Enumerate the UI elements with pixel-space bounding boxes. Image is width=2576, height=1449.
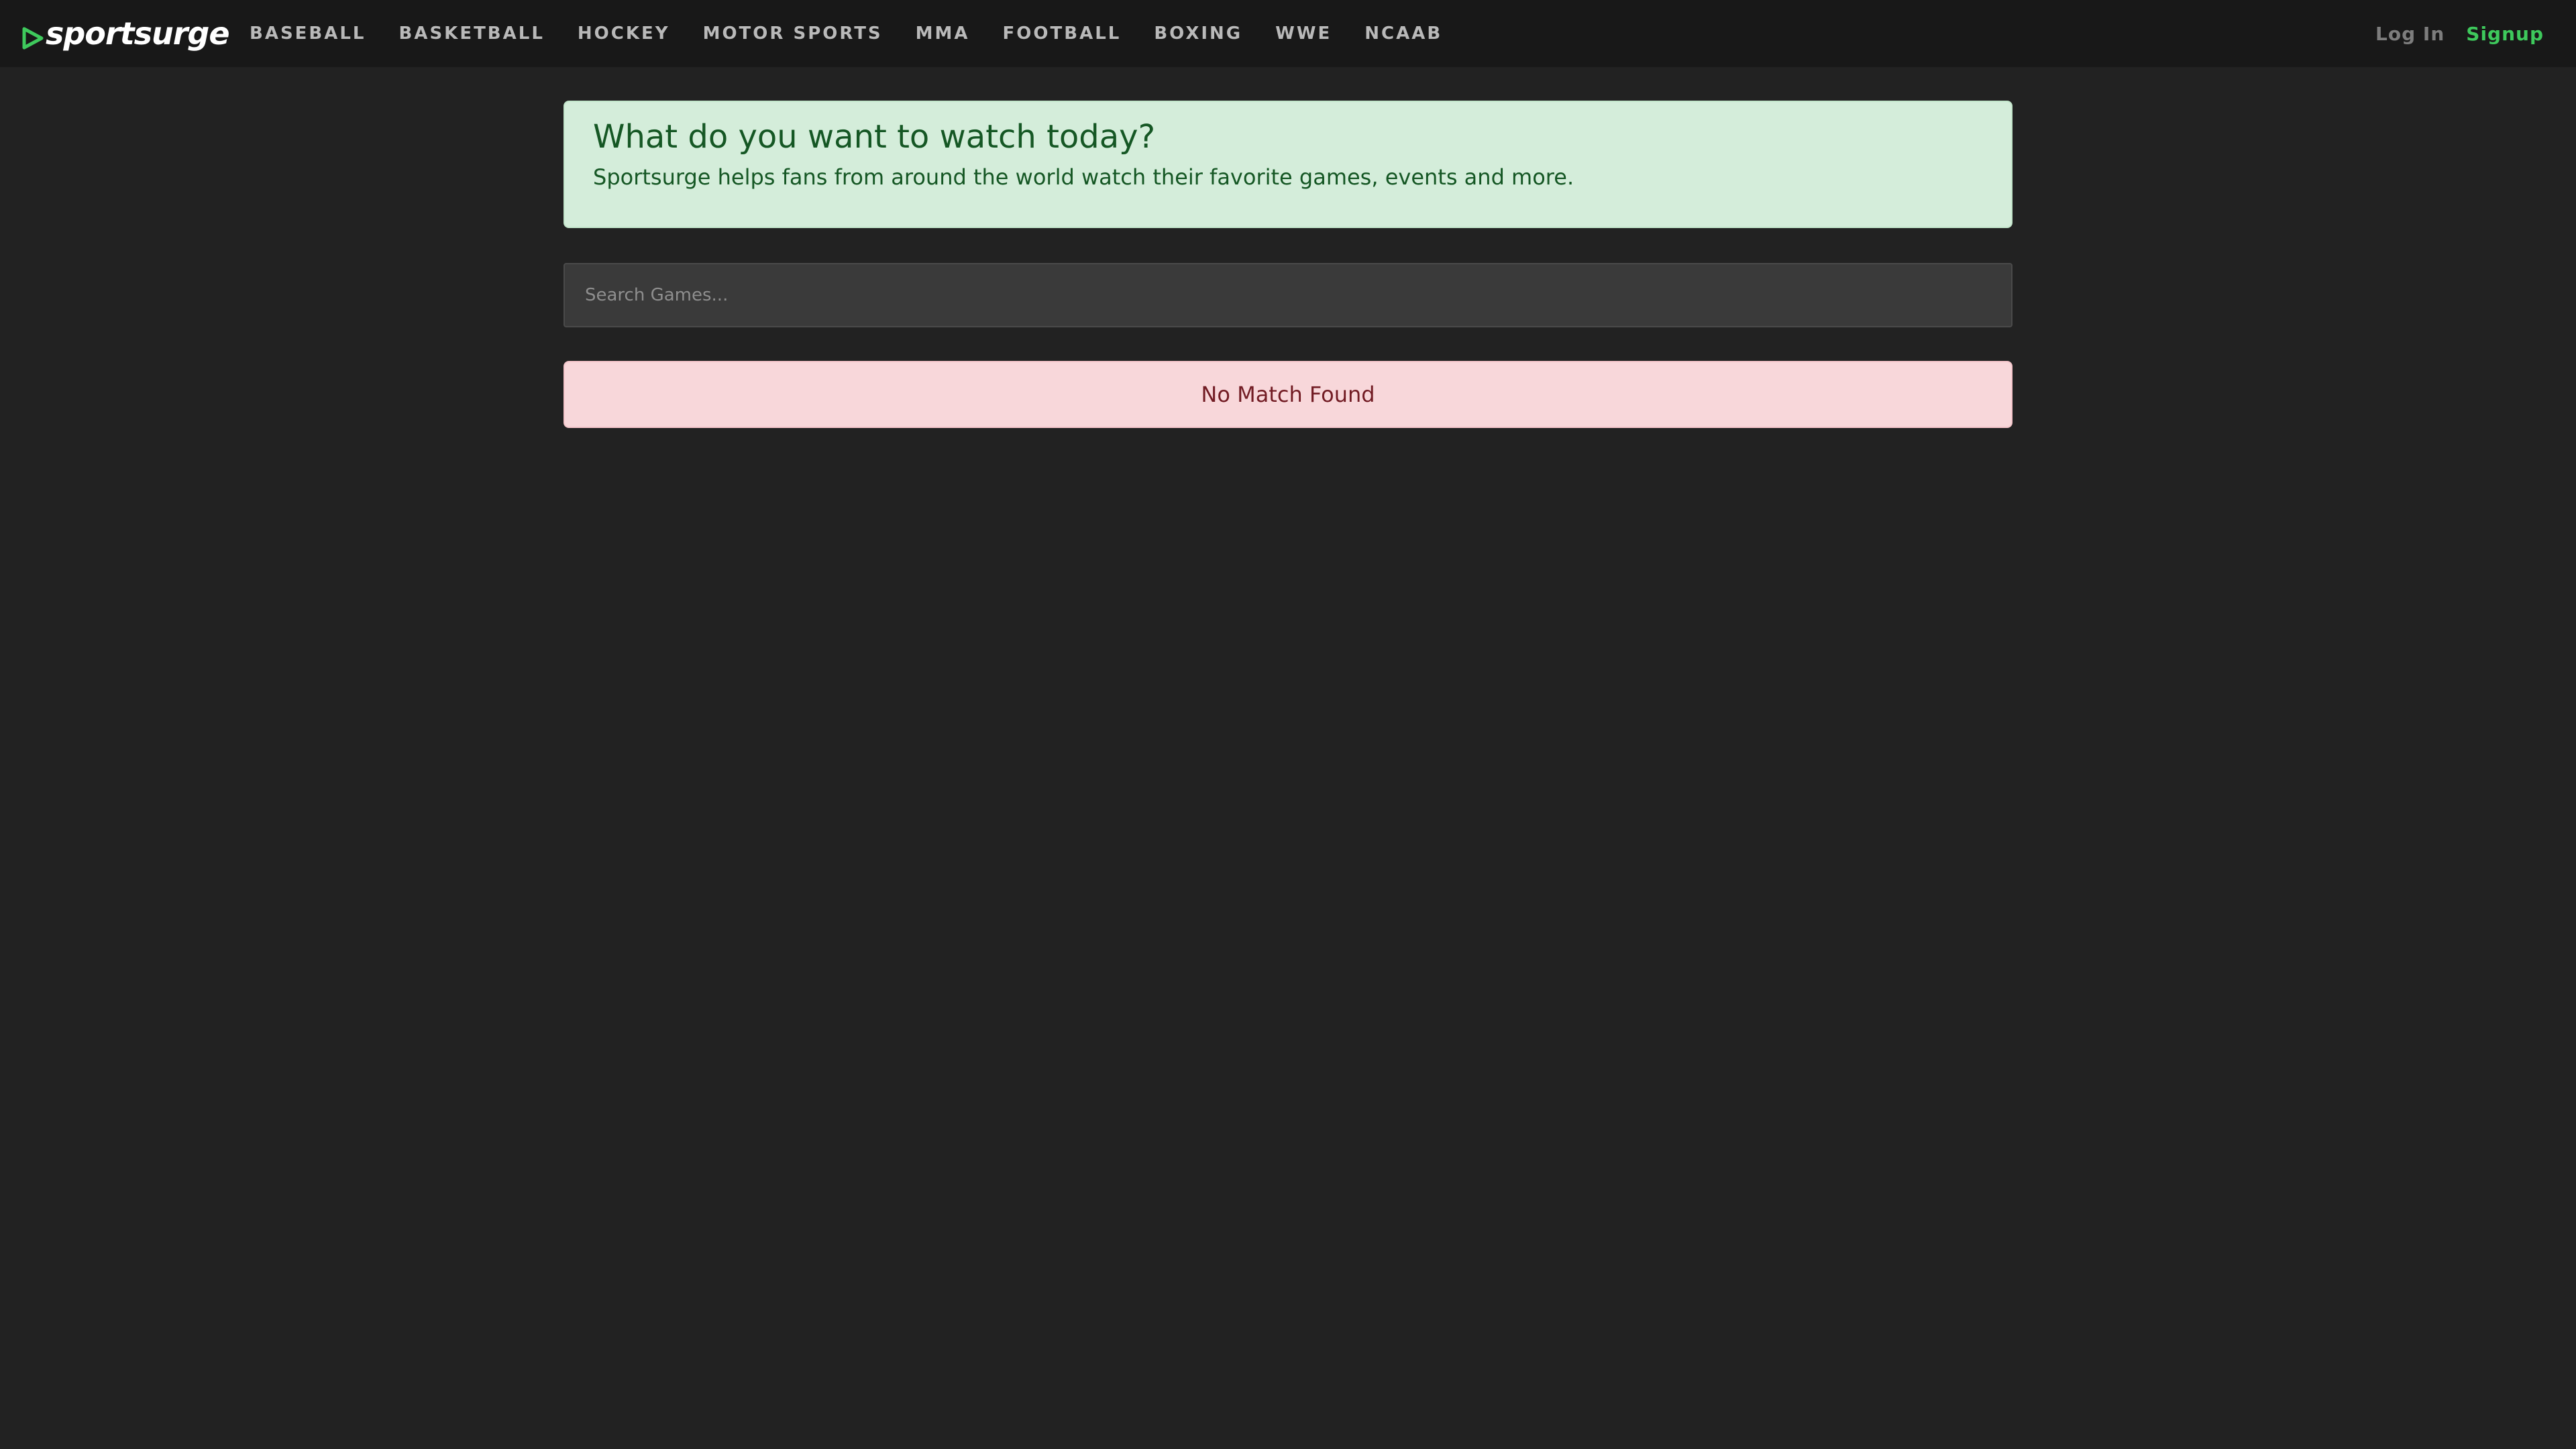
- welcome-banner: What do you want to watch today? Sportsu…: [564, 101, 2012, 228]
- welcome-title: What do you want to watch today?: [593, 118, 1156, 156]
- nav-item-mma[interactable]: MMA: [916, 23, 970, 44]
- play-triangle-icon: [22, 27, 44, 50]
- nav-item-wwe[interactable]: WWE: [1275, 23, 1332, 44]
- signup-link[interactable]: Signup: [2466, 23, 2544, 45]
- brand-logo-link[interactable]: sportsurge: [21, 15, 230, 52]
- nav-item-baseball[interactable]: BASEBALL: [250, 23, 366, 44]
- nav-item-basketball[interactable]: BASKETBALL: [399, 23, 545, 44]
- auth-links: Log In Signup: [2375, 0, 2544, 67]
- nav-item-ncaab[interactable]: NCAAB: [1364, 23, 1442, 44]
- nav-item-hockey[interactable]: HOCKEY: [578, 23, 670, 44]
- main-content: What do you want to watch today? Sportsu…: [564, 101, 2012, 428]
- search-games-input[interactable]: [564, 263, 2012, 327]
- nav-item-motor-sports[interactable]: MOTOR SPORTS: [703, 23, 883, 44]
- top-navbar: sportsurge BASEBALL BASKETBALL HOCKEY MO…: [0, 0, 2576, 67]
- welcome-subtitle: Sportsurge helps fans from around the wo…: [593, 164, 1574, 190]
- login-link[interactable]: Log In: [2375, 23, 2445, 45]
- nav-item-football[interactable]: FOOTBALL: [1003, 23, 1122, 44]
- nav-item-boxing[interactable]: BOXING: [1154, 23, 1242, 44]
- no-match-alert: No Match Found: [564, 361, 2012, 428]
- no-match-message: No Match Found: [1201, 382, 1375, 407]
- sports-nav: BASEBALL BASKETBALL HOCKEY MOTOR SPORTS …: [250, 0, 1475, 67]
- brand-name: sportsurge: [46, 15, 230, 52]
